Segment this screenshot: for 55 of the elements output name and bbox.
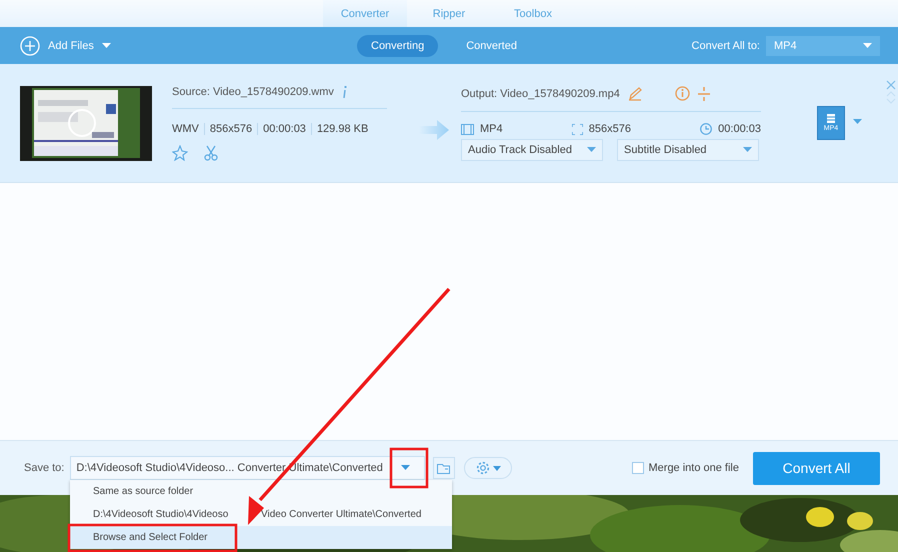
- view-tab[interactable]: Converting: [357, 34, 438, 56]
- up-icon[interactable]: [886, 91, 896, 97]
- nav-tab[interactable]: Ripper: [407, 0, 491, 27]
- add-icon: [20, 36, 40, 56]
- menu-item-text: Video Converter Ultimate\Converted: [261, 509, 422, 520]
- settings-button[interactable]: [464, 457, 512, 479]
- menu-item[interactable]: Browse and Select Folder: [70, 526, 452, 549]
- output-format: MP4: [480, 123, 503, 135]
- output-resolution: 856x576: [588, 123, 631, 135]
- file-info-text: 856x576: [204, 123, 258, 135]
- sparkle-icon[interactable]: [172, 145, 188, 161]
- merge-label: Merge into one file: [648, 462, 739, 474]
- file-info-text: WMV: [172, 123, 200, 135]
- settings-icon: [476, 461, 490, 475]
- scissors-icon[interactable]: [204, 145, 218, 161]
- split-icon[interactable]: [698, 86, 710, 100]
- caret-icon: [863, 42, 872, 48]
- highlight-box: [390, 448, 428, 488]
- caret-icon: [492, 466, 501, 470]
- caret-icon[interactable]: [102, 42, 111, 48]
- caret-icon[interactable]: [853, 119, 862, 125]
- save-to-label: Save to:: [24, 462, 64, 474]
- caret-icon[interactable]: [401, 465, 410, 471]
- caret-icon: [587, 147, 596, 153]
- info-icon[interactable]: [342, 86, 348, 98]
- file-info-text: 00:00:03: [257, 123, 311, 135]
- close-icon[interactable]: [886, 80, 896, 90]
- source-filename: Source: Video_1578490209.wmv: [172, 86, 334, 98]
- folder-icon: [437, 462, 452, 474]
- down-icon[interactable]: [886, 98, 896, 104]
- save-path-field[interactable]: D:\4Videosoft Studio\4Videoso... Converter Ultimate\Converted: [70, 456, 426, 480]
- pencil-icon[interactable]: [628, 86, 642, 100]
- arrow-icon: [419, 120, 449, 140]
- menu-item[interactable]: Same as source folder: [70, 480, 452, 503]
- film-icon: [827, 114, 835, 123]
- subtitle-dropdown[interactable]: Subtitle Disabled: [617, 139, 759, 161]
- file-info-text: 129.98 KB: [310, 123, 374, 135]
- output-filename: Output: Video_1578490209.mp4: [461, 88, 620, 100]
- output-duration: 00:00:03: [718, 123, 761, 135]
- menu-item[interactable]: D:\4Videosoft Studio\4Videoso: [93, 509, 239, 520]
- add-files-button[interactable]: Add Files: [48, 40, 94, 52]
- view-tab[interactable]: Converted: [452, 34, 531, 56]
- nav-tab[interactable]: Toolbox: [491, 0, 575, 27]
- clock-icon: [700, 123, 712, 135]
- convert-all-button[interactable]: Convert All: [753, 452, 880, 484]
- open-folder-button[interactable]: [433, 457, 456, 479]
- merge-checkbox[interactable]: [632, 462, 644, 474]
- nav-tab[interactable]: Converter: [323, 0, 407, 27]
- film-icon: [461, 124, 474, 134]
- resize-icon: [572, 124, 583, 134]
- caret-icon: [743, 147, 752, 153]
- audio-track-dropdown[interactable]: Audio Track Disabled: [461, 139, 603, 161]
- convert-all-label: Convert All to:: [692, 40, 760, 52]
- format-dropdown[interactable]: MP4: [766, 36, 880, 56]
- info-icon[interactable]: [675, 86, 690, 101]
